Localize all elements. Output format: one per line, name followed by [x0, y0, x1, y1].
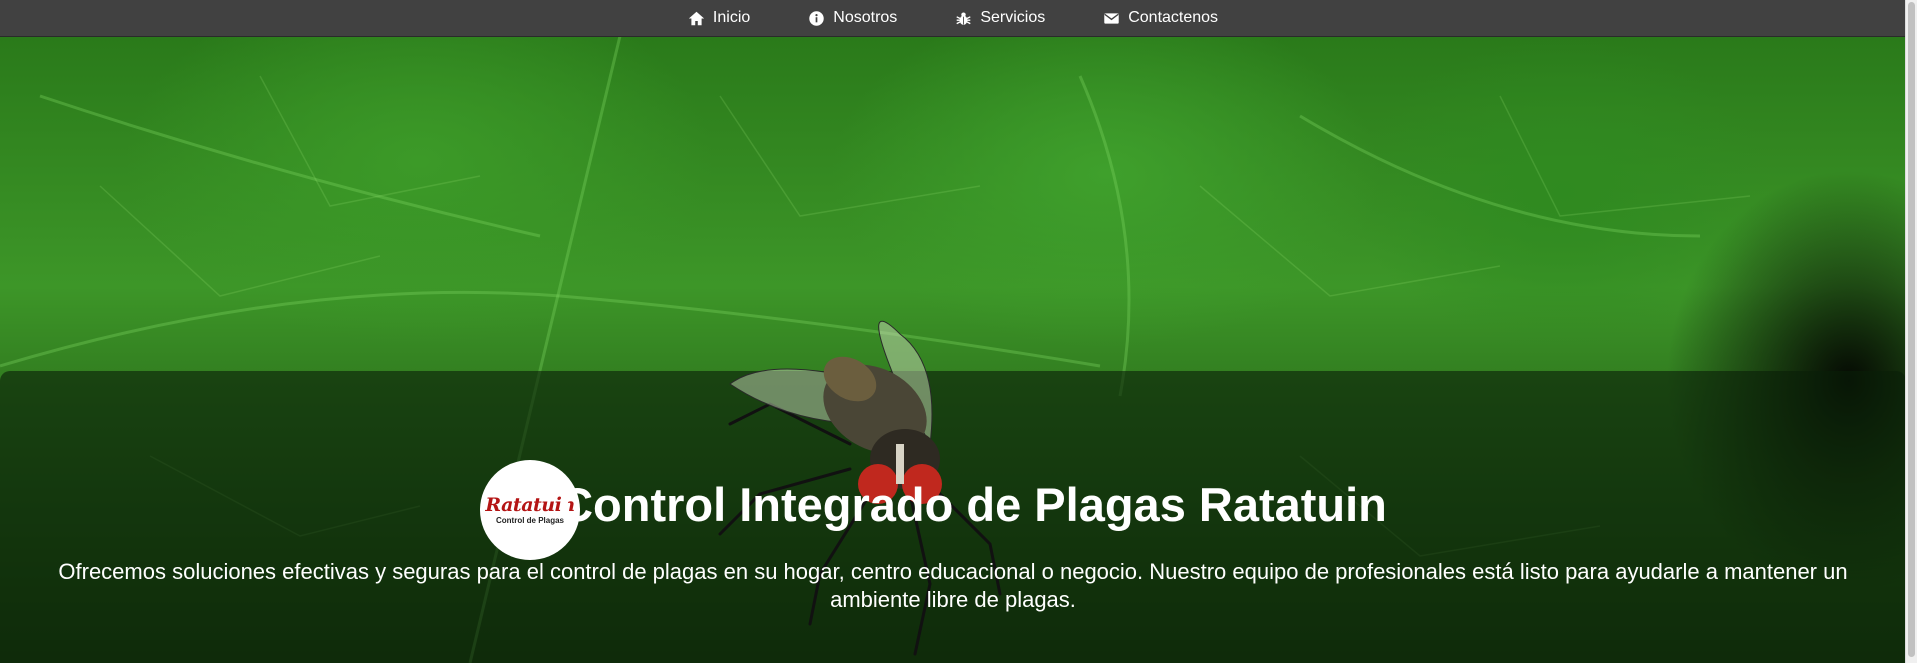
vertical-scrollbar[interactable] [1905, 0, 1917, 663]
scrollbar-thumb[interactable] [1908, 2, 1915, 657]
nav-item-nosotros[interactable]: Nosotros [808, 9, 897, 27]
hero-description: Ofrecemos soluciones efectivas y seguras… [58, 559, 1848, 612]
nav-item-label: Nosotros [833, 9, 898, 26]
nav-item-label: Inicio [712, 9, 751, 26]
top-navigation-bar: Inicio Nosotros Servicios Contactenos [0, 0, 1906, 37]
envelope-icon [1103, 10, 1120, 27]
nav-item-inicio[interactable]: Inicio [688, 9, 750, 27]
nav-item-contactenos[interactable]: Contactenos [1103, 9, 1218, 27]
page-title: Control Integrado de Plagas Ratatuin [559, 478, 1387, 531]
nav-item-label: Servicios [980, 9, 1046, 26]
nav-item-label: Contactenos [1128, 9, 1219, 26]
home-icon [688, 10, 705, 27]
info-icon [808, 10, 825, 27]
nav-item-servicios[interactable]: Servicios [955, 9, 1045, 27]
bug-icon [955, 10, 972, 27]
